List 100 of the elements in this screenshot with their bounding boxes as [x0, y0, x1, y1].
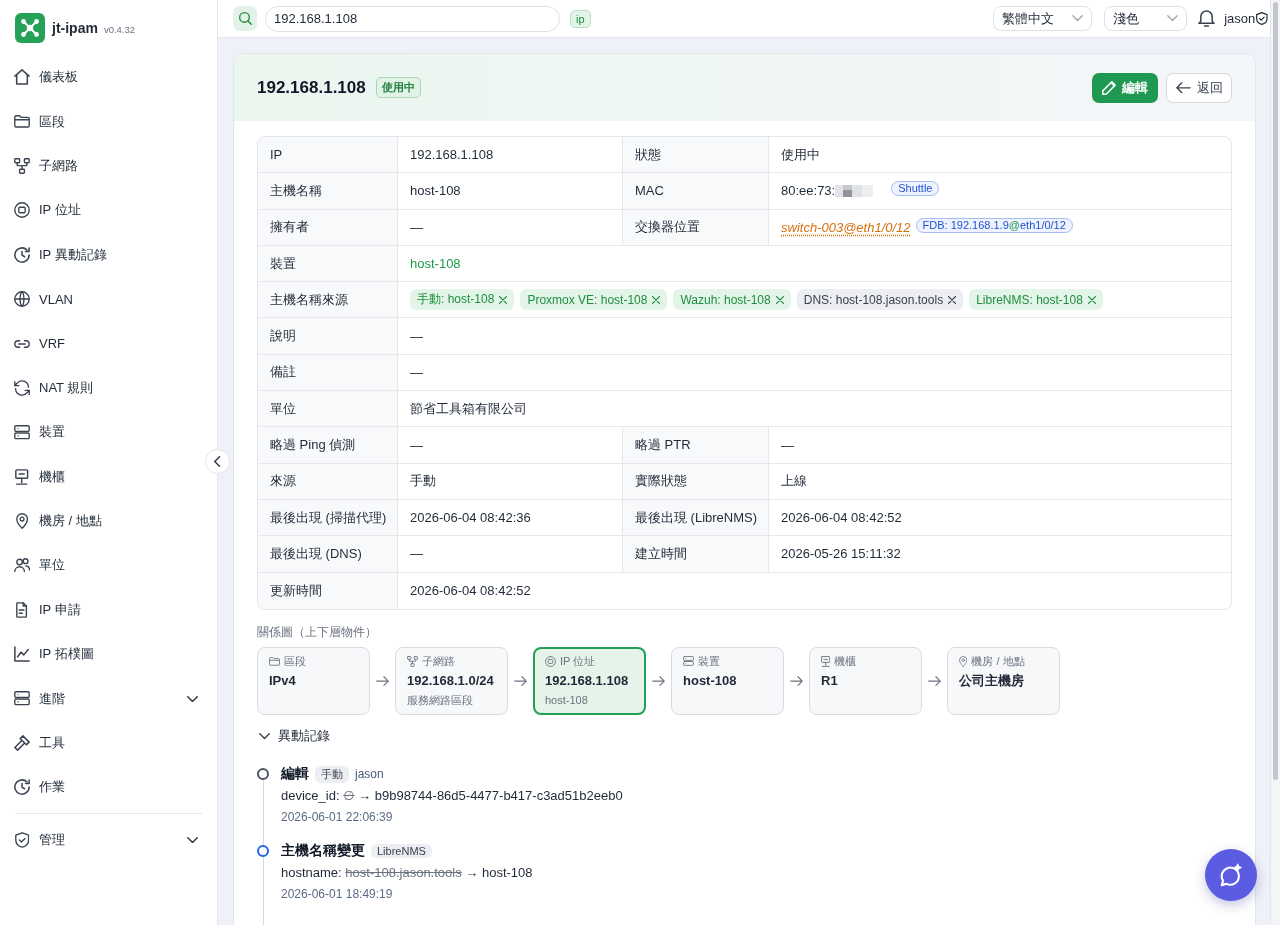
line-chart-icon: [14, 646, 30, 663]
field-label: 備註: [258, 354, 398, 391]
server-icon: [683, 656, 694, 667]
field-label: 最後出現 (DNS): [258, 536, 398, 572]
node-subtitle: 服務網路區段: [407, 693, 474, 708]
close-icon: [948, 295, 957, 304]
field-label: 略過 Ping 偵測: [258, 427, 398, 463]
nav-item[interactable]: VRF: [0, 321, 217, 366]
history-user: jason: [355, 767, 384, 782]
back-button[interactable]: 返回: [1166, 72, 1232, 103]
nav-item[interactable]: 進階: [0, 676, 217, 721]
nav-item[interactable]: 管理: [0, 817, 217, 863]
user-menu[interactable]: jason: [1224, 11, 1268, 26]
field-label: 建立時間: [623, 536, 769, 572]
users-icon: [14, 558, 30, 573]
search-field[interactable]: 192.168.1.108: [265, 5, 560, 32]
monitor-icon: [15, 468, 29, 485]
field-label: MAC: [623, 173, 769, 209]
nav-item[interactable]: 作業: [0, 765, 217, 810]
relation-node[interactable]: 子網路 192.168.1.0/24 服務網路區段: [395, 647, 508, 716]
theme-select[interactable]: 淺色: [1104, 6, 1188, 31]
map-pin-icon: [15, 513, 29, 530]
pencil-icon: [1102, 80, 1116, 95]
nav-item[interactable]: IP 位址: [0, 188, 217, 233]
vendor-badge: Shuttle: [891, 181, 940, 197]
nav-item[interactable]: NAT 規則: [0, 365, 217, 411]
server-icon: [14, 425, 30, 440]
nav-item[interactable]: IP 申請: [0, 587, 217, 633]
field-label: IP: [258, 137, 398, 173]
field-value: —: [409, 327, 424, 346]
arrow-right-icon: [376, 676, 389, 687]
hostname-source-chip[interactable]: 手動: host-108: [410, 289, 515, 311]
nav-item[interactable]: 裝置: [0, 410, 217, 455]
node-title: R1: [821, 673, 839, 690]
collapse-sidebar-button[interactable]: [205, 449, 230, 474]
nav-item[interactable]: 區段: [0, 99, 217, 144]
relation-node[interactable]: 裝置 host-108: [671, 647, 784, 716]
circled-square-icon: [545, 655, 556, 667]
node-subtitle: host-108: [545, 693, 589, 708]
edit-button[interactable]: 編輯: [1092, 72, 1158, 103]
device-link[interactable]: host-108: [410, 256, 461, 272]
node-title: 192.168.1.0/24: [407, 673, 495, 690]
clock-arrow-icon: [14, 779, 30, 796]
field-value: 節省工具箱有限公司: [409, 399, 528, 418]
circled-square-icon: [14, 202, 30, 219]
nav-item[interactable]: 單位: [0, 543, 217, 588]
close-icon: [775, 295, 784, 304]
node-type: 裝置: [698, 654, 720, 669]
node-title: host-108: [683, 673, 738, 690]
hostname-source-chip[interactable]: Proxmox VE: host-108: [520, 289, 668, 311]
field-label: 最後出現 (LibreNMS): [623, 499, 769, 536]
field-value: —: [409, 363, 424, 382]
nav-item[interactable]: IP 拓樸圖: [0, 632, 217, 677]
shield-check-icon: [14, 831, 30, 848]
field-value: 使用中: [780, 145, 821, 164]
field-value: 2026-06-04 08:42:52: [780, 509, 903, 528]
relation-node[interactable]: IP 位址 192.168.1.108 host-108: [533, 647, 646, 716]
link-icon: [14, 339, 30, 348]
pixelated-mosaic-icon: [835, 184, 874, 197]
scrollbar-thumb[interactable]: [1272, 2, 1278, 780]
field-label: 最後出現 (掃描代理): [258, 499, 398, 536]
chevron-down-icon: [1072, 15, 1084, 22]
chevron-left-icon: [214, 456, 221, 467]
arrow-right-icon: [514, 676, 527, 687]
node-type: 子網路: [422, 654, 455, 669]
arrow-right-icon: [790, 676, 803, 687]
relation-node[interactable]: 區段 IPv4: [257, 647, 370, 716]
change-line: device_id: ∅ → b9b98744-86d5-4477-b417-c3ad51b2eeb0: [281, 787, 624, 806]
server-icon: [14, 691, 30, 706]
field-value: 2026-06-04 08:42:52: [409, 582, 532, 601]
nav-item[interactable]: 機櫃: [0, 454, 217, 499]
history-action: 主機名稱變更: [281, 842, 365, 861]
bell-icon[interactable]: [1198, 10, 1216, 27]
nav-item[interactable]: IP 異動記錄: [0, 232, 217, 277]
search-button[interactable]: [233, 6, 257, 31]
nav-item[interactable]: 機房 / 地點: [0, 498, 217, 544]
hostname-source-chip[interactable]: LibreNMS: host-108: [969, 289, 1103, 311]
nav-item[interactable]: 工具: [0, 720, 217, 766]
node-title: IPv4: [269, 673, 297, 690]
field-label: 來源: [258, 463, 398, 499]
relation-node[interactable]: 機櫃 R1: [809, 647, 922, 716]
hostname-source-chip[interactable]: Wazuh: host-108: [673, 289, 791, 311]
history-time: 2026-06-01 22:06:39: [281, 809, 394, 827]
close-icon: [1087, 295, 1096, 304]
field-label: 單位: [258, 391, 398, 427]
nav-item[interactable]: 子網路: [0, 143, 217, 189]
source-badge: 手動: [315, 765, 349, 783]
relation-node[interactable]: 機房 / 地點 公司主機房: [947, 647, 1060, 716]
close-icon: [499, 295, 508, 304]
arrow-right-icon: [652, 676, 665, 687]
field-value: 上線: [780, 472, 808, 491]
nav-item[interactable]: VLAN: [0, 276, 217, 322]
folder-icon: [14, 115, 30, 128]
language-select[interactable]: 繁體中文: [993, 6, 1093, 31]
history-toggle[interactable]: 異動記錄: [257, 727, 336, 746]
hostname-source-chip[interactable]: DNS: host-108.jason.tools: [796, 289, 964, 311]
globe-icon: [14, 291, 30, 308]
logo-icon: [15, 12, 45, 43]
monitor-icon: [821, 655, 831, 667]
nav-item[interactable]: 儀表板: [0, 55, 217, 100]
